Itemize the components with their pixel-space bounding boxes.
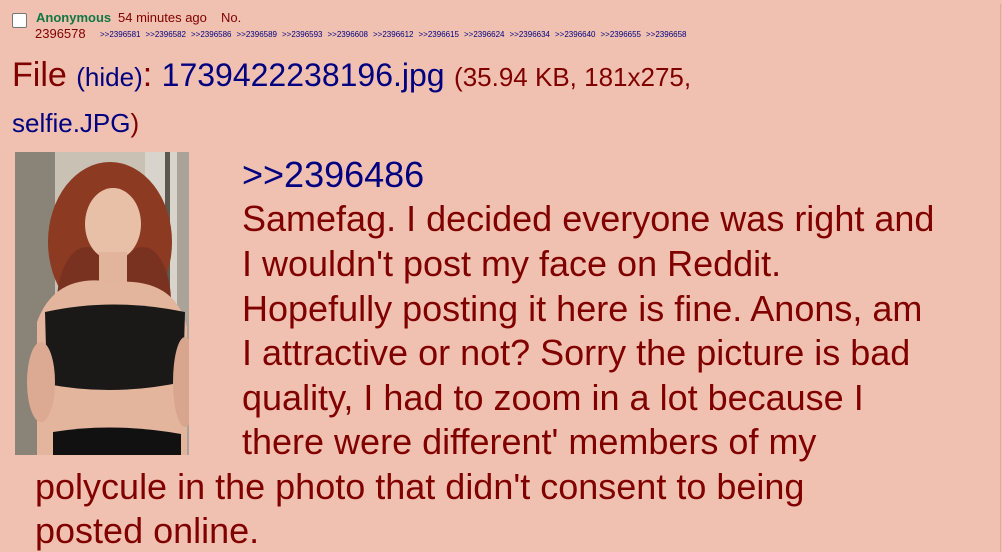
file-link[interactable]: 1739422238196.jpg — [162, 57, 445, 93]
message-line: posted online. — [35, 510, 260, 551]
file-label: File — [12, 56, 67, 94]
message-line: Samefag. I decided everyone was right an… — [242, 198, 935, 239]
poster-name: Anonymous — [36, 10, 112, 25]
post-number-label[interactable]: No. — [221, 10, 241, 25]
original-filename: selfie.JPG — [12, 108, 131, 138]
backlink[interactable]: >>2396608 — [328, 30, 369, 39]
quote-link[interactable]: >>2396486 — [242, 154, 424, 196]
thumbnail-photo — [15, 152, 189, 455]
message-line: there were different' members of my — [242, 421, 817, 462]
message-line: polycule in the photo that didn't consen… — [35, 466, 805, 507]
message-line: I wouldn't post my face on Reddit. — [242, 243, 782, 284]
backlink[interactable]: >>2396582 — [146, 30, 187, 39]
backlink[interactable]: >>2396589 — [237, 30, 278, 39]
message-line: Hopefully posting it here is fine. Anons… — [242, 288, 923, 329]
reply-post: Anonymous 54 minutes ago No. 2396578 >>2… — [4, 4, 1001, 552]
page: Anonymous 54 minutes ago No. 2396578 >>2… — [0, 0, 1002, 552]
file-meta: (35.94 KB, 181x275, — [454, 62, 692, 92]
file-colon: : — [142, 56, 153, 94]
file-meta-close: ) — [130, 108, 140, 138]
backlink[interactable]: >>2396658 — [646, 30, 687, 39]
post-number[interactable]: 2396578 — [35, 26, 86, 41]
post-select-checkbox[interactable] — [12, 13, 27, 28]
message-line: I attractive or not? Sorry the picture i… — [242, 332, 911, 373]
file-info: File (hide): 1739422238196.jpg (35.94 KB… — [12, 56, 691, 95]
backlink[interactable]: >>2396615 — [419, 30, 460, 39]
hide-image-link[interactable]: (hide) — [76, 62, 142, 92]
backlink[interactable]: >>2396655 — [601, 30, 642, 39]
backlink[interactable]: >>2396624 — [464, 30, 505, 39]
backlink[interactable]: >>2396634 — [510, 30, 551, 39]
message-line: quality, I had to zoom in a lot because … — [242, 377, 864, 418]
backlink[interactable]: >>2396581 — [100, 30, 141, 39]
backlink[interactable]: >>2396586 — [191, 30, 232, 39]
backlink[interactable]: >>2396612 — [373, 30, 414, 39]
backlinks: >>2396581 >>2396582 >>2396586 >>2396589 … — [100, 30, 687, 39]
backlink[interactable]: >>2396640 — [555, 30, 596, 39]
backlink[interactable]: >>2396593 — [282, 30, 323, 39]
file-thumbnail[interactable] — [15, 152, 189, 455]
post-time: 54 minutes ago — [118, 10, 207, 25]
file-info-original: selfie.JPG) — [12, 108, 139, 139]
